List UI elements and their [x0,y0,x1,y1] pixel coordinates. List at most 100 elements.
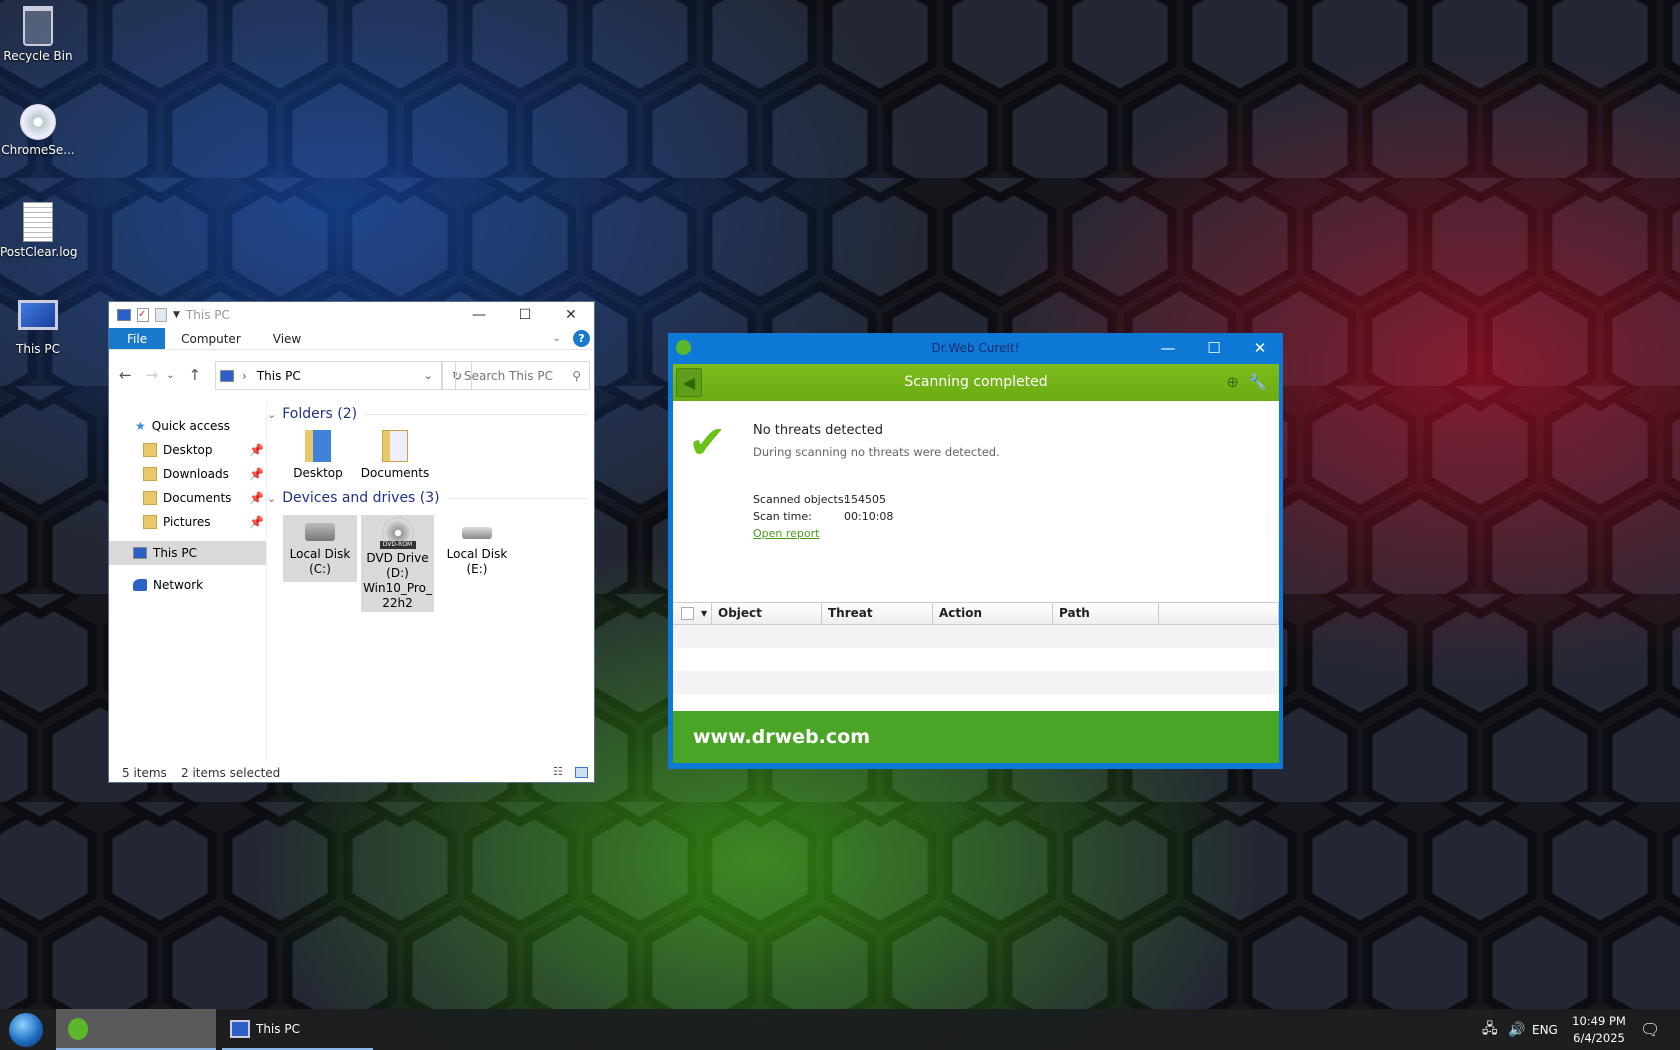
help-icon[interactable]: ? [573,330,590,347]
table-row [673,625,1279,648]
customize-quick-access-icon[interactable]: ▼ [173,310,180,320]
back-button[interactable]: ◀ [676,368,702,397]
checkmark-icon: ✔ [688,415,727,469]
maximize-button[interactable]: ☐ [1191,333,1237,363]
drweb-title-bar: Dr.Web CureIt! — ☐ ✕ [668,333,1283,363]
close-button[interactable]: ✕ [1237,333,1283,363]
clock[interactable]: 10:49 PM 6/4/2025 [1570,1009,1628,1050]
details-view-icon[interactable]: ☷ [553,765,563,778]
folder-icon [305,430,331,462]
status-bar: ◀ Scanning completed ⊕ 🔧 [673,364,1279,401]
select-all-column[interactable]: ▼ [673,602,712,625]
drive-e[interactable]: Local Disk (E:) [439,515,515,582]
column-object[interactable]: Object [712,602,822,625]
expand-ribbon-icon[interactable]: ⌄ [545,328,569,349]
desktop-icon-postclear-log[interactable]: PostClear.log [0,202,78,259]
folder-icon [382,430,408,462]
status-selected-count: 2 items selected [181,766,281,780]
taskbar: This PC 🖧 🔊 ENG 10:49 PM 6/4/2025 🗨 [0,1009,1680,1050]
close-button[interactable]: ✕ [548,302,594,328]
dropdown-arrow-icon[interactable]: ▼ [701,603,707,624]
network-icon [133,579,147,591]
language-indicator[interactable]: ENG [1532,1009,1558,1050]
breadcrumb-this-pc[interactable]: This PC [257,369,301,383]
large-icons-view-icon[interactable] [575,767,588,778]
drive-d[interactable]: DVD-ROM DVD Drive (D:) Win10_Pro_ 22h2 [361,515,434,612]
drweb-cureit-window: Dr.Web CureIt! — ☐ ✕ ◀ Scanning complete… [668,333,1283,769]
recycle-bin-icon [23,6,53,46]
nav-pictures[interactable]: Pictures 📌 [109,510,266,534]
taskbar-drweb[interactable] [56,1009,216,1050]
explorer-title-bar: ✓ ▼ This PC — ☐ ✕ [109,302,594,328]
pin-icon: 📌 [249,467,264,481]
windows-drive-icon [305,523,335,541]
tab-view[interactable]: View [257,328,317,349]
nav-network[interactable]: Network [109,573,266,597]
text-file-icon [23,202,53,242]
column-action[interactable]: Action [933,602,1053,625]
maximize-button[interactable]: ☐ [502,302,548,328]
start-button[interactable] [4,1009,48,1050]
pin-icon: 📌 [249,491,264,505]
tab-computer[interactable]: Computer [165,328,257,349]
nav-desktop[interactable]: Desktop 📌 [109,438,266,462]
collapse-icon: ⌄ [267,491,277,505]
desktop-icon-this-pc[interactable]: This PC [0,300,76,356]
folder-documents[interactable]: Documents [355,430,435,481]
computer-icon [230,1019,250,1038]
minimize-button[interactable]: — [456,302,502,328]
star-icon: ★ [135,419,146,433]
drweb-logo-icon [68,1017,88,1040]
wrench-icon[interactable]: 🔧 [1248,364,1267,401]
volume-tray-icon[interactable]: 🔊 [1508,1009,1525,1050]
nav-documents[interactable]: Documents 📌 [109,486,266,510]
address-dropdown-icon[interactable]: ⌄ [424,369,433,382]
tab-file[interactable]: File [109,328,166,349]
desktop-icon-chrome-setup[interactable]: ChromeSe... [0,104,76,157]
folder-icon [143,443,157,457]
computer-icon [133,547,147,559]
properties-icon[interactable]: ✓ [137,308,149,322]
taskbar-this-pc[interactable]: This PC [222,1009,373,1050]
navigation-pane: ★ Quick access Desktop 📌 Downloads 📌 Docume… [109,402,267,762]
nav-downloads[interactable]: Downloads 📌 [109,462,266,486]
breadcrumb-separator-icon: › [242,368,247,383]
column-path[interactable]: Path [1053,602,1159,625]
nav-this-pc[interactable]: This PC [109,541,266,565]
desktop-icon-recycle-bin[interactable]: Recycle Bin [0,6,76,63]
nav-quick-access[interactable]: ★ Quick access [109,414,266,438]
computer-icon [220,369,234,382]
search-input[interactable]: Search This PC ⚲ [455,361,590,390]
drive-c[interactable]: Local Disk (C:) [283,515,357,582]
folders-group-header[interactable]: ⌄ Folders (2) [267,406,587,422]
drweb-website-link[interactable]: www.drweb.com [673,711,1279,763]
open-report-link[interactable]: Open report [753,527,819,540]
file-explorer-window: ✓ ▼ This PC — ☐ ✕ File Computer View ⌄ ?… [108,301,595,783]
recent-locations-icon[interactable]: ⌄ [166,366,174,386]
folder-icon [143,491,157,505]
windows-orb-icon [9,1012,43,1047]
up-icon[interactable]: ↑ [189,366,202,386]
minimize-button[interactable]: — [1145,333,1191,363]
checkbox[interactable] [681,607,694,620]
scan-time-label: Scan time: [753,510,812,523]
window-title: Dr.Web CureIt! [931,341,1020,355]
network-tray-icon[interactable]: 🖧 [1482,1009,1498,1050]
pin-icon: 📌 [249,443,264,457]
address-bar[interactable]: › This PC ⌄ [215,361,442,390]
forward-icon[interactable]: → [146,366,159,386]
drweb-logo-icon [676,340,691,355]
status-title: Scanning completed [904,374,1048,390]
column-threat[interactable]: Threat [822,602,933,625]
status-item-count: 5 items [122,766,167,780]
scan-results-panel: ✔ No threats detected During scanning no… [673,401,1279,711]
new-folder-icon[interactable] [155,308,167,322]
back-icon[interactable]: ← [119,366,132,386]
folder-icon [143,467,157,481]
column-filler [1159,602,1279,625]
notification-center-icon[interactable]: 🗨 [1640,1009,1660,1050]
result-headline: No threats detected [753,423,884,438]
drives-group-header[interactable]: ⌄ Devices and drives (3) [267,490,587,506]
folder-desktop[interactable]: Desktop [281,430,355,481]
globe-icon[interactable]: ⊕ [1226,364,1239,401]
